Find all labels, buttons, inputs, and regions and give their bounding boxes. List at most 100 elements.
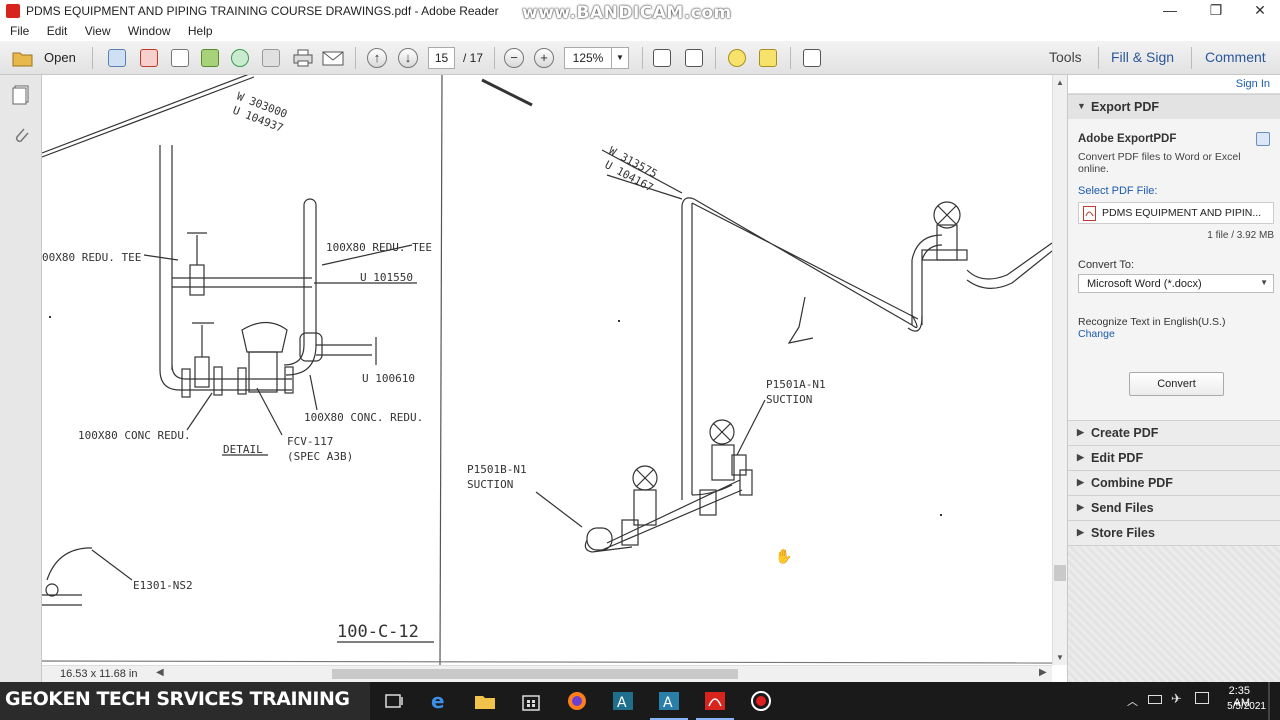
export-pdf-header[interactable]: ▼ Export PDF	[1068, 94, 1280, 119]
sticky-note-icon[interactable]	[726, 48, 748, 68]
change-link[interactable]: Change	[1078, 328, 1115, 340]
svg-text:A: A	[663, 695, 673, 711]
store-files-section[interactable]: ▶ Store Files	[1068, 520, 1280, 545]
scroll-left-icon[interactable]: ◀	[156, 667, 164, 678]
scroll-thumb[interactable]	[332, 669, 738, 679]
separator	[494, 47, 495, 69]
window-title: PDMS EQUIPMENT AND PIPING TRAINING COURS…	[26, 4, 499, 18]
zoom-dropdown-icon[interactable]: ▼	[611, 47, 629, 69]
horizontal-scrollbar[interactable]: 16.53 x 11.68 in ◀ ▶	[42, 665, 1052, 682]
page-total: / 17	[463, 51, 484, 65]
file-info: 1 file / 3.92 MB	[1207, 230, 1274, 241]
highlight-icon[interactable]	[757, 48, 779, 68]
edit-pdf-section[interactable]: ▶ Edit PDF	[1068, 445, 1280, 470]
pane-filler	[1068, 545, 1280, 682]
network-icon[interactable]: ✈	[1171, 691, 1182, 707]
selected-file-field[interactable]: PDMS EQUIPMENT AND PIPIN...	[1078, 202, 1274, 224]
folder-upload-icon[interactable]	[199, 48, 221, 68]
drawing-label: P1501A-N1	[766, 378, 826, 391]
fill-sign-tab[interactable]: Fill & Sign	[1111, 49, 1174, 65]
sign-in-link[interactable]: Sign In	[1236, 78, 1270, 90]
zoom-out-button[interactable]: −	[503, 48, 525, 68]
clock-date[interactable]: 5/5/2021	[1214, 701, 1266, 712]
menu-view[interactable]: View	[85, 22, 111, 38]
navigation-pane	[0, 75, 42, 682]
expand-arrow-icon: ▶	[1077, 452, 1084, 462]
scroll-down-icon[interactable]: ▼	[1056, 653, 1064, 662]
brand-banner: GEOKEN TECH SRVICES TRAINING	[0, 682, 370, 720]
scroll-right-icon[interactable]: ▶	[1039, 667, 1047, 678]
show-desktop-button[interactable]	[1268, 682, 1270, 720]
task-view-icon[interactable]	[382, 690, 406, 712]
full-screen-icon[interactable]	[801, 48, 823, 68]
email-icon[interactable]	[322, 48, 344, 68]
edge-browser-icon[interactable]: e	[428, 689, 452, 713]
vertical-scrollbar[interactable]: ▲ ▼	[1052, 75, 1067, 665]
tools-pane: Sign In ▼ Export PDF Adobe ExportPDF Con…	[1067, 75, 1280, 682]
fit-page-icon[interactable]	[651, 48, 673, 68]
section-label: Create PDF	[1091, 426, 1159, 440]
isometric-drawing: W 303000 U 104937 00X80 REDU. TEE 100X80…	[42, 75, 1052, 665]
sheet-number: 100-C-12	[337, 622, 419, 642]
convert-to-select[interactable]: Microsoft Word (*.docx) ▼	[1078, 274, 1274, 293]
next-page-button[interactable]: ↓	[397, 48, 419, 68]
drawing-label: P1501B-N1	[467, 463, 527, 476]
separator	[92, 47, 93, 69]
separator	[790, 47, 791, 69]
open-button[interactable]: Open	[44, 50, 76, 65]
drawing-label: 00X80 REDU. TEE	[42, 251, 141, 264]
zoom-level-input[interactable]: 125%	[564, 47, 612, 69]
battery-icon[interactable]	[1148, 695, 1162, 704]
maximize-button[interactable]: ❐	[1194, 0, 1238, 22]
adobe-reader-icon	[6, 4, 20, 18]
previous-page-button[interactable]: ↑	[366, 48, 388, 68]
bandicam-record-icon[interactable]	[749, 690, 773, 712]
section-label: Edit PDF	[1091, 451, 1144, 465]
autocad-icon[interactable]: A	[611, 690, 635, 712]
fit-width-icon[interactable]	[683, 48, 705, 68]
save-icon[interactable]	[260, 48, 282, 68]
info-icon[interactable]	[1256, 132, 1270, 146]
tools-tab[interactable]: Tools	[1049, 49, 1082, 65]
send-files-section[interactable]: ▶ Send Files	[1068, 495, 1280, 520]
create-pdf-section[interactable]: ▶ Create PDF	[1068, 420, 1280, 445]
page-number-input[interactable]: 15	[428, 47, 455, 69]
autocad-secondary-icon[interactable]: A	[657, 690, 681, 712]
scroll-up-icon[interactable]: ▲	[1056, 78, 1064, 87]
menu-file[interactable]: File	[10, 22, 29, 38]
drawing-label: 100X80 CONC REDU.	[78, 429, 191, 442]
section-label: Store Files	[1091, 526, 1155, 540]
store-icon[interactable]	[519, 690, 543, 712]
adobe-reader-taskbar-icon[interactable]	[703, 690, 727, 712]
drawing-label: U 101550	[360, 271, 413, 284]
print-icon[interactable]	[292, 48, 314, 68]
combine-pdf-section[interactable]: ▶ Combine PDF	[1068, 470, 1280, 495]
export-pdf-icon[interactable]	[138, 48, 160, 68]
title-bar: PDMS EQUIPMENT AND PIPING TRAINING COURS…	[0, 0, 1280, 23]
open-folder-icon[interactable]	[12, 48, 34, 68]
notification-icon[interactable]	[1195, 692, 1209, 704]
edit-pdf-icon[interactable]	[169, 48, 191, 68]
page-thumbnails-icon[interactable]	[12, 85, 30, 108]
firefox-icon[interactable]	[565, 690, 589, 712]
adobe-exportpdf-title: Adobe ExportPDF	[1078, 133, 1177, 145]
document-view[interactable]: W 303000 U 104937 00X80 REDU. TEE 100X80…	[42, 75, 1052, 665]
menu-window[interactable]: Window	[128, 22, 171, 38]
menu-edit[interactable]: Edit	[47, 22, 68, 38]
separator	[715, 47, 716, 69]
zoom-in-button[interactable]: +	[533, 48, 555, 68]
minimize-button[interactable]: —	[1148, 0, 1192, 22]
scroll-thumb[interactable]	[1054, 565, 1066, 581]
cloud-upload-icon[interactable]	[229, 48, 251, 68]
menu-help[interactable]: Help	[188, 22, 213, 38]
attachments-icon[interactable]	[12, 125, 30, 148]
collapse-arrow-icon: ▼	[1077, 101, 1086, 111]
tray-chevron-icon[interactable]: ︿	[1127, 693, 1138, 709]
recognize-text-label: Recognize Text in English(U.S.)	[1078, 316, 1226, 328]
convert-button[interactable]: Convert	[1129, 372, 1224, 396]
menu-bar: File Edit View Window Help	[0, 22, 1280, 41]
file-explorer-icon[interactable]	[473, 690, 497, 712]
close-button[interactable]: ✕	[1238, 0, 1280, 22]
create-pdf-icon[interactable]	[106, 48, 128, 68]
comment-tab[interactable]: Comment	[1205, 49, 1266, 65]
